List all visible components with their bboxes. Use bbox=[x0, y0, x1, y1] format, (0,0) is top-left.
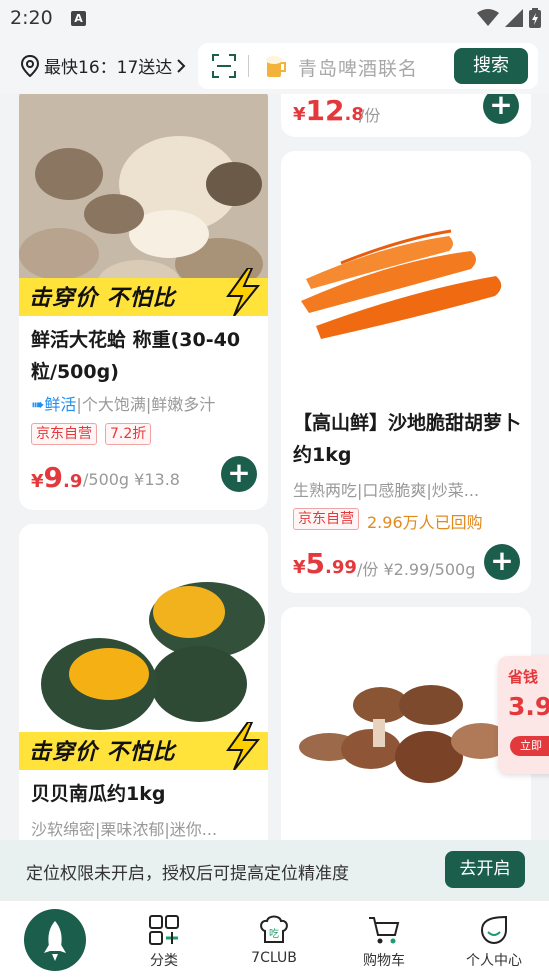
product-price: ¥5.99 bbox=[293, 547, 357, 580]
tab-profile[interactable]: 个人中心 bbox=[454, 913, 534, 970]
beer-icon bbox=[266, 56, 286, 77]
tag-discount: 7.2折 bbox=[105, 423, 152, 445]
cart-icon bbox=[369, 917, 400, 944]
coupon-action[interactable]: 立即 bbox=[510, 736, 549, 756]
coupon-title: 省钱 bbox=[508, 668, 539, 686]
product-card[interactable] bbox=[281, 607, 531, 840]
tab-cart[interactable]: 购物车 bbox=[344, 913, 424, 970]
search-input[interactable]: 青岛啤酒联名 bbox=[298, 54, 418, 81]
rocket-icon bbox=[44, 921, 66, 961]
delivery-location[interactable]: 最快16：17送达 bbox=[20, 53, 186, 78]
product-unit: /500g ¥13.8 bbox=[83, 470, 180, 489]
location-permission-bar: 定位权限未开启，授权后可提高定位精准度 去开启 bbox=[0, 840, 549, 900]
search-box[interactable]: 青岛啤酒联名 搜索 bbox=[198, 43, 538, 89]
signal-icon bbox=[505, 9, 523, 27]
tab-label: 7CLUB bbox=[251, 950, 297, 966]
product-image-carrot bbox=[281, 151, 531, 391]
product-card[interactable]: 击穿价 不怕比 鲜活大花蛤 称重(30-40粒/500g) ➠鲜活|个大饱满|鲜… bbox=[19, 94, 268, 510]
product-image-mushroom bbox=[281, 607, 531, 840]
promo-banner: 击穿价 不怕比 bbox=[19, 268, 268, 316]
product-unit: /份 bbox=[359, 106, 381, 125]
tab-label: 分类 bbox=[150, 953, 178, 969]
repurchase-count: 2.96万人已回购 bbox=[367, 513, 483, 532]
category-icon bbox=[149, 915, 179, 945]
product-title: 鲜活大花蛤 称重(30-40粒/500g) bbox=[31, 329, 241, 383]
tag-jd-self: 京东自营 bbox=[293, 508, 359, 530]
search-button[interactable]: 搜索 bbox=[454, 48, 528, 84]
svg-text:吃: 吃 bbox=[269, 927, 279, 940]
product-image-pumpkin bbox=[19, 524, 268, 736]
tab-7club[interactable]: 吃 7CLUB bbox=[234, 913, 314, 966]
product-subtitle: 沙软绵密|栗味浓郁|迷你... bbox=[31, 820, 218, 839]
profile-icon bbox=[480, 915, 507, 945]
tab-category[interactable]: 分类 bbox=[124, 913, 204, 970]
add-to-cart-button[interactable]: + bbox=[221, 456, 257, 492]
lightning-icon bbox=[226, 268, 261, 316]
product-title: 【高山鲜】沙地脆甜胡萝卜约1kg bbox=[293, 412, 522, 466]
chef-hat-icon: 吃 bbox=[260, 915, 288, 943]
product-subtitle: 生熟两吃|口感脆爽|炒菜... bbox=[293, 481, 480, 500]
tab-label: 个人中心 bbox=[466, 953, 522, 969]
lightning-icon bbox=[226, 722, 261, 770]
product-card[interactable]: ¥12.8 /份 + bbox=[281, 94, 531, 137]
savings-coupon-widget[interactable]: 省钱 3.9 立即 bbox=[498, 656, 549, 774]
battery-icon bbox=[529, 8, 541, 28]
system-icons bbox=[477, 8, 541, 28]
product-price: ¥12.8 bbox=[293, 94, 364, 127]
product-price: ¥9.9 bbox=[31, 461, 83, 494]
delivery-time-text: 最快16：17送达 bbox=[44, 58, 173, 78]
product-card[interactable]: 【高山鲜】沙地脆甜胡萝卜约1kg 生熟两吃|口感脆爽|炒菜... 京东自营 2.… bbox=[281, 151, 531, 593]
scan-icon[interactable] bbox=[212, 54, 236, 78]
product-feed[interactable]: ¥12.8 /份 + 击穿价 不怕比 鲜活大花蛤 称重(30-40粒/500g)… bbox=[0, 94, 549, 840]
bottom-tab-bar: 分类 吃 7CLUB 购物车 个人中心 bbox=[0, 900, 549, 977]
wifi-icon bbox=[477, 9, 499, 26]
product-subtitle: ➠鲜活|个大饱满|鲜嫩多汁 bbox=[31, 395, 216, 414]
enable-location-button[interactable]: 去开启 bbox=[445, 851, 525, 888]
status-bar: 2:20 A bbox=[0, 0, 549, 38]
location-pin-icon bbox=[20, 54, 40, 77]
tag-jd-self: 京东自营 bbox=[31, 423, 97, 445]
chevron-right-icon bbox=[177, 58, 186, 73]
top-header: 最快16：17送达 青岛啤酒联名 搜索 bbox=[0, 38, 549, 94]
product-title: 贝贝南瓜约1kg bbox=[31, 783, 166, 805]
search-divider bbox=[248, 55, 249, 77]
product-unit: /份 ¥2.99/500g bbox=[357, 560, 476, 579]
home-tab[interactable] bbox=[24, 909, 86, 971]
permission-message: 定位权限未开启，授权后可提高定位精准度 bbox=[26, 864, 349, 884]
fresh-label: ➠鲜活 bbox=[31, 395, 77, 414]
add-to-cart-button[interactable]: + bbox=[483, 94, 519, 124]
status-time: 2:20 bbox=[10, 7, 53, 29]
add-to-cart-button[interactable]: + bbox=[484, 544, 520, 580]
tab-label: 购物车 bbox=[363, 953, 405, 969]
product-card[interactable]: 击穿价 不怕比 贝贝南瓜约1kg 沙软绵密|栗味浓郁|迷你... bbox=[19, 524, 268, 840]
coupon-amount: 3.9 bbox=[508, 692, 549, 721]
promo-banner: 击穿价 不怕比 bbox=[19, 722, 268, 770]
notification-icon: A bbox=[71, 11, 86, 26]
